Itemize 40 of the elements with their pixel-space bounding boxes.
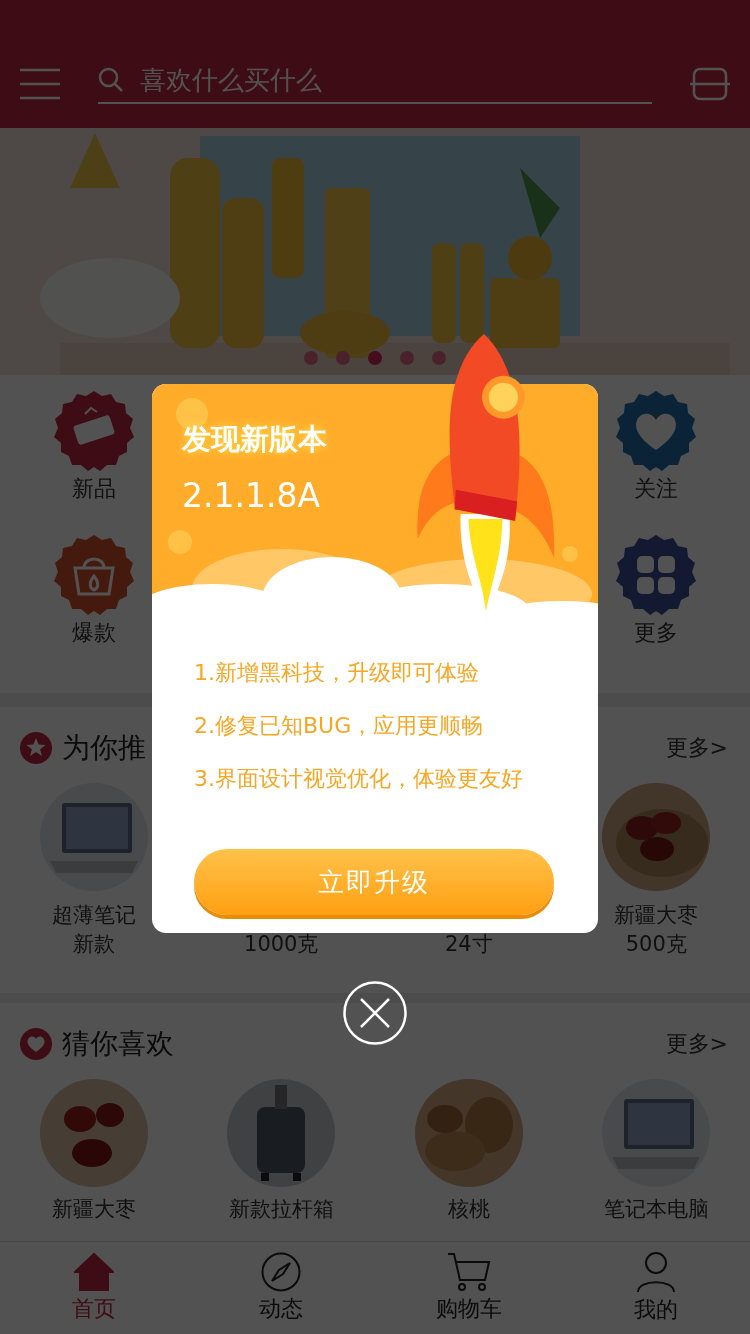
product-name[interactable]: 24寸 [444,930,493,959]
tab[interactable]: 首页 [0,1242,188,1334]
section-title: 为你推 [62,730,146,766]
grid-icon[interactable] [615,534,698,616]
product-name[interactable]: 超薄笔记 [51,901,136,930]
compass-icon [261,1252,302,1292]
tab[interactable]: 购物车 [375,1242,563,1334]
category-label[interactable]: 关注 [634,474,679,504]
user-icon [636,1251,677,1293]
more-link[interactable]: 更多> [665,1029,728,1059]
menu-icon[interactable] [20,68,60,100]
home-icon [73,1252,114,1292]
section-title: 猜你喜欢 [62,1026,174,1062]
product-name[interactable]: 核桃 [447,1195,490,1224]
dialog-title: 发现新版本 [182,421,327,458]
search-icon [98,67,124,93]
more-link[interactable]: 更多> [665,733,728,763]
tab[interactable]: 我的 [562,1242,750,1334]
product-name[interactable]: 新款 [72,930,115,959]
product-name[interactable]: 新款拉杆箱 [228,1195,334,1224]
scan-icon[interactable] [690,67,730,101]
release-note: 1.新增黑科技，升级即可体验 [194,659,479,687]
product-name[interactable]: 新疆大枣 [614,901,699,930]
heart-icon[interactable] [615,390,698,472]
product-name[interactable]: 500克 [625,930,687,959]
product-name[interactable]: 笔记本电脑 [603,1195,709,1224]
cart-icon [446,1252,491,1292]
search-field[interactable]: 喜欢什么买什么 [138,64,652,96]
tab[interactable]: 动态 [187,1242,375,1334]
category-label[interactable]: 新品 [71,474,116,504]
product-name[interactable]: 1000克 [244,930,319,959]
basket-icon[interactable] [52,534,135,616]
category-label[interactable]: 爆款 [71,618,116,648]
release-note: 3.界面设计视觉优化，体验更友好 [194,765,523,793]
close-icon[interactable] [343,981,407,1045]
new-badge-icon[interactable] [52,390,135,472]
category-label[interactable]: 更多 [634,618,679,648]
product-name[interactable]: 新疆大枣 [51,1195,136,1224]
version-number: 2.1.1.8A [182,476,321,515]
release-note: 2.修复已知BUG，应用更顺畅 [194,712,484,740]
